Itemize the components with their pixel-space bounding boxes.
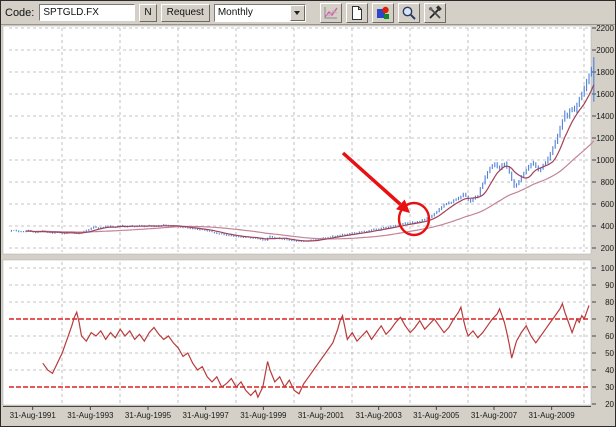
tools-button[interactable] — [424, 3, 446, 23]
period-dropdown[interactable]: Monthly — [214, 4, 306, 22]
line-chart-icon — [323, 5, 339, 21]
y-axis-label: 1200 — [596, 134, 614, 143]
request-button[interactable]: Request — [161, 4, 210, 22]
y-axis-label: 80 — [605, 298, 614, 307]
x-axis-label: 31-Aug-1991 — [10, 411, 57, 420]
x-axis-label: 31-Aug-1999 — [240, 411, 287, 420]
y-axis-label: 600 — [601, 200, 615, 209]
zoom-icon — [401, 5, 417, 21]
y-axis-label: 200 — [601, 244, 615, 253]
chevron-down-icon[interactable] — [290, 5, 305, 21]
y-axis-label: 400 — [601, 222, 615, 231]
charts-svg[interactable]: 2200 2000 1800 1600 1400 1200 1000 800 600 400 200… — [1, 1, 616, 427]
x-axis-label: 31-Aug-2003 — [356, 411, 403, 420]
x-axis-label: 31-Aug-2009 — [529, 411, 576, 420]
y-axis-label: 1800 — [596, 68, 614, 77]
y-axis-label: 50 — [605, 349, 614, 358]
code-input[interactable] — [39, 4, 135, 21]
y-axis-label: 20 — [605, 400, 614, 409]
x-axis-label: 31-Aug-1993 — [67, 411, 114, 420]
period-value: Monthly — [215, 5, 290, 21]
y-axis-label: 100 — [601, 264, 615, 273]
x-axis-label: 31-Aug-2005 — [413, 411, 460, 420]
y-axis-label: 30 — [605, 383, 614, 392]
x-axis-label: 31-Aug-2001 — [298, 411, 345, 420]
n-button[interactable]: N — [139, 4, 156, 22]
zoom-button[interactable] — [398, 3, 420, 23]
new-document-icon — [349, 5, 365, 21]
code-label: Code: — [5, 7, 35, 19]
x-axis-label: 31-Aug-2007 — [471, 411, 518, 420]
y-axis-label: 1400 — [596, 112, 614, 121]
y-axis-label: 2200 — [596, 24, 614, 33]
y-axis-label: 60 — [605, 332, 614, 341]
display-colors-icon — [375, 5, 391, 21]
y-axis-label: 800 — [601, 178, 615, 187]
toolbar: Code: N Request Monthly — [1, 1, 615, 25]
y-axis-label: 90 — [605, 281, 614, 290]
y-axis-label: 1000 — [596, 156, 614, 165]
line-chart-button[interactable] — [320, 3, 342, 23]
new-document-button[interactable] — [346, 3, 368, 23]
x-axis-label: 31-Aug-1995 — [125, 411, 172, 420]
x-axis-label: 31-Aug-1997 — [183, 411, 230, 420]
chart-window: Code: N Request Monthly — [0, 0, 616, 427]
y-axis-label: 1600 — [596, 90, 614, 99]
y-axis-label: 40 — [605, 366, 614, 375]
display-colors-button[interactable] — [372, 3, 394, 23]
tools-icon — [427, 5, 443, 21]
y-axis-label: 2000 — [596, 46, 614, 55]
price-panel[interactable] — [3, 26, 591, 254]
y-axis-label: 70 — [605, 315, 614, 324]
